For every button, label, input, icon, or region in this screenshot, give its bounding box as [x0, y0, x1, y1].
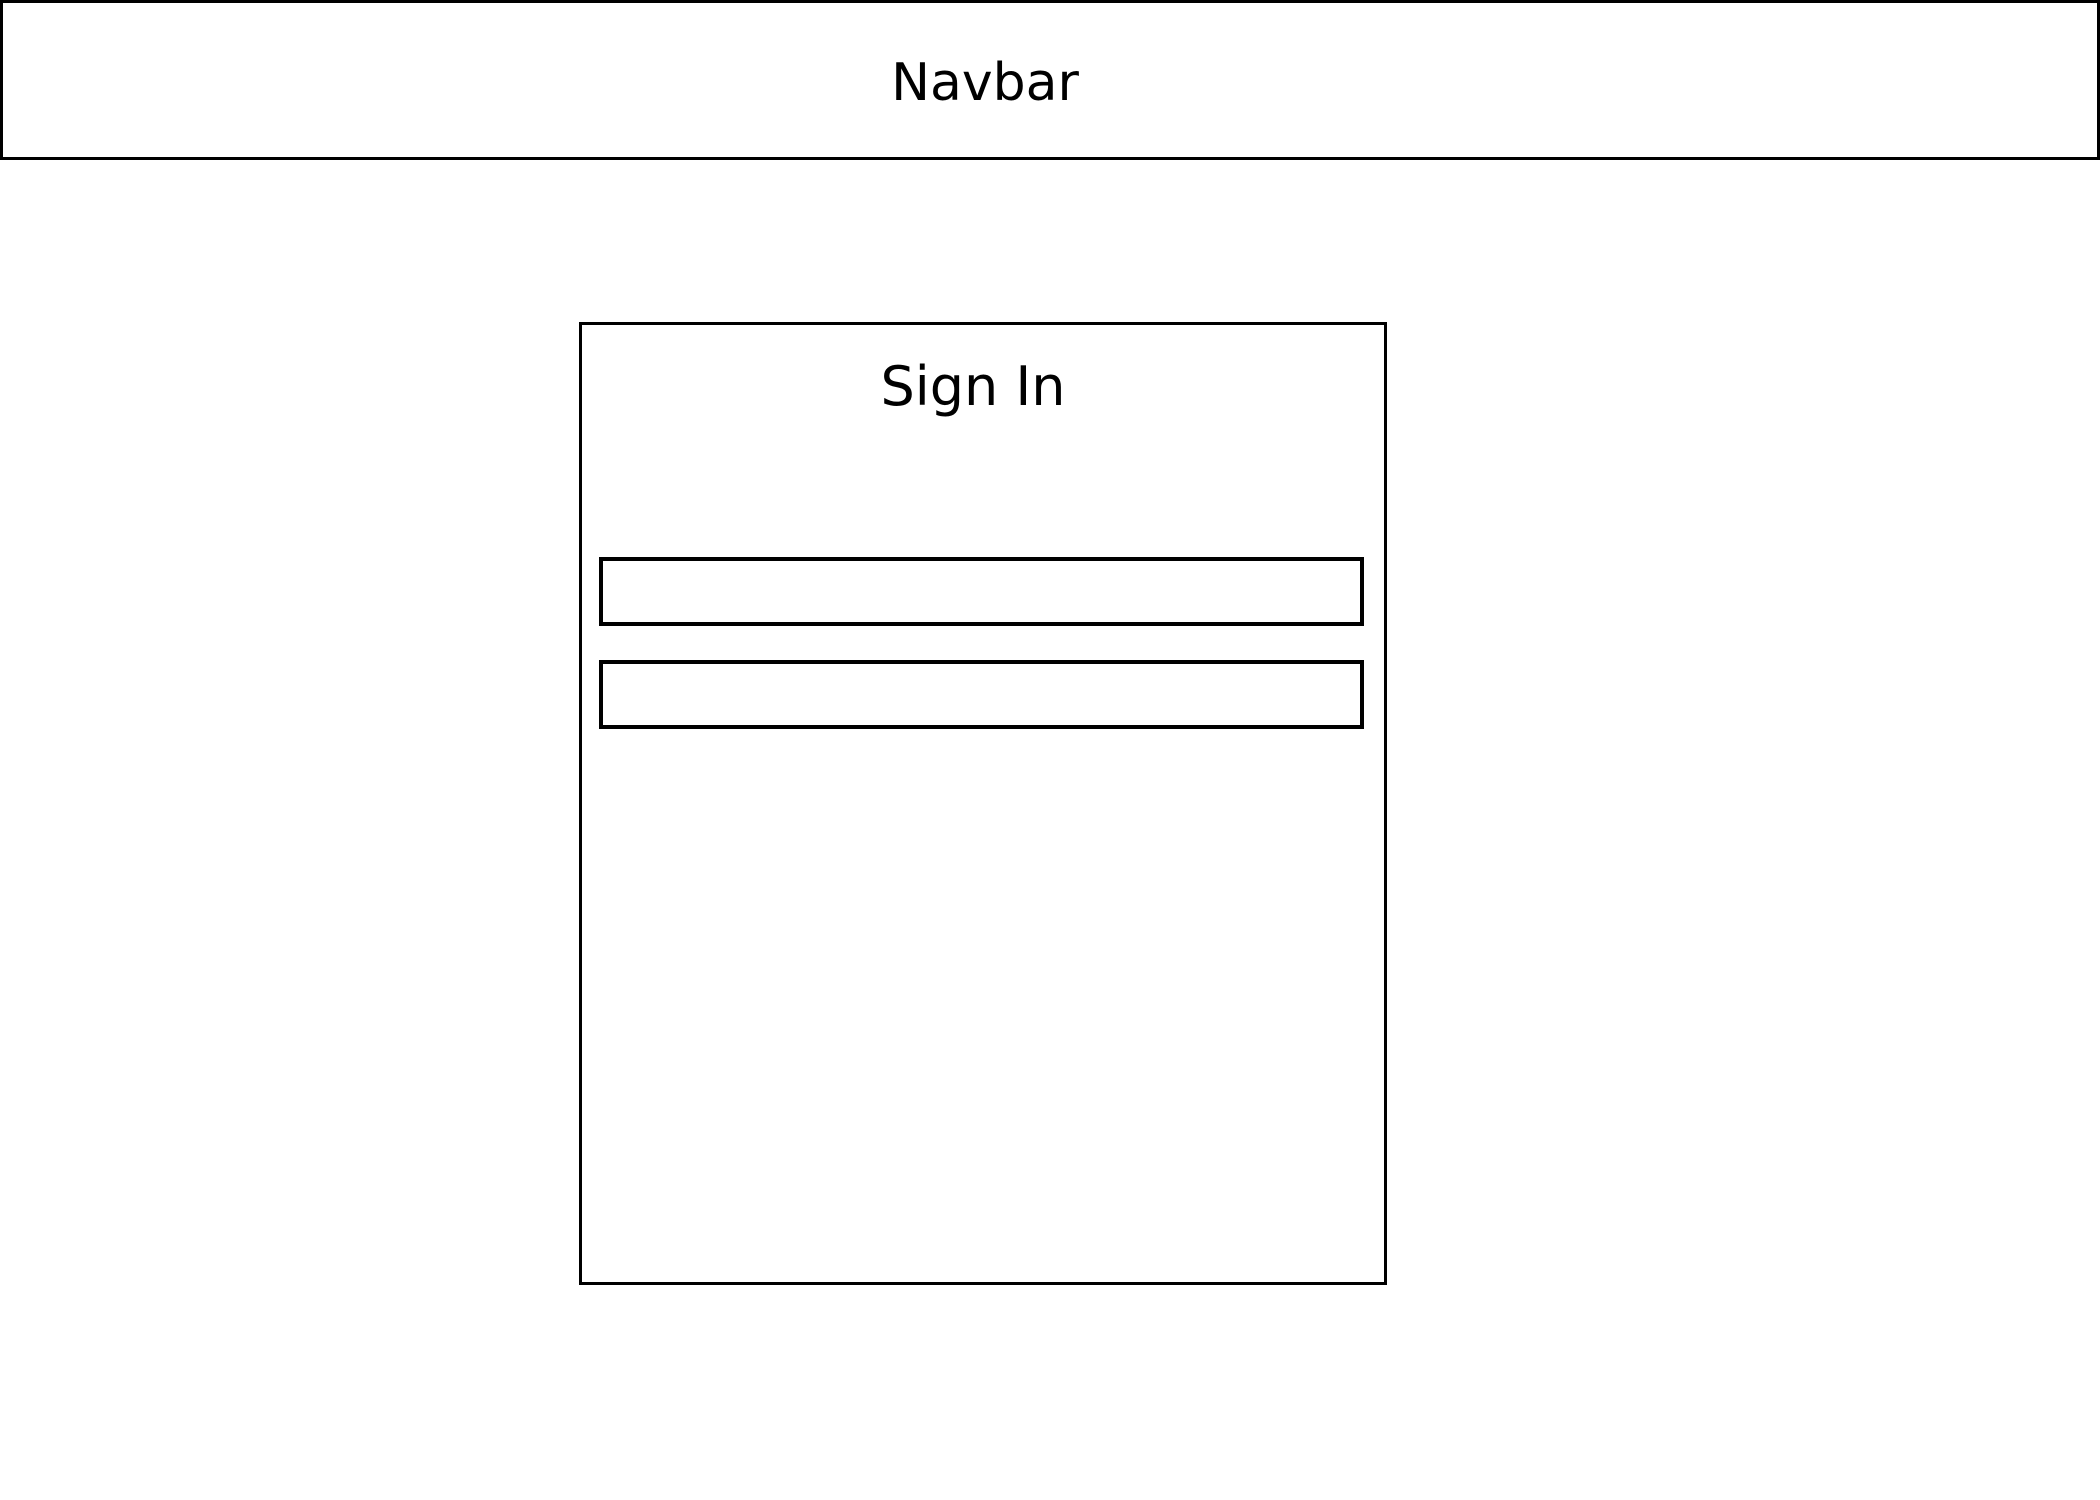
signin-card: Sign In — [579, 322, 1387, 1285]
navbar: Navbar — [0, 0, 2100, 160]
signin-title: Sign In — [880, 355, 1066, 418]
signin-field-2[interactable] — [599, 660, 1364, 729]
navbar-label: Navbar — [891, 53, 1079, 113]
signin-field-1[interactable] — [599, 557, 1364, 626]
